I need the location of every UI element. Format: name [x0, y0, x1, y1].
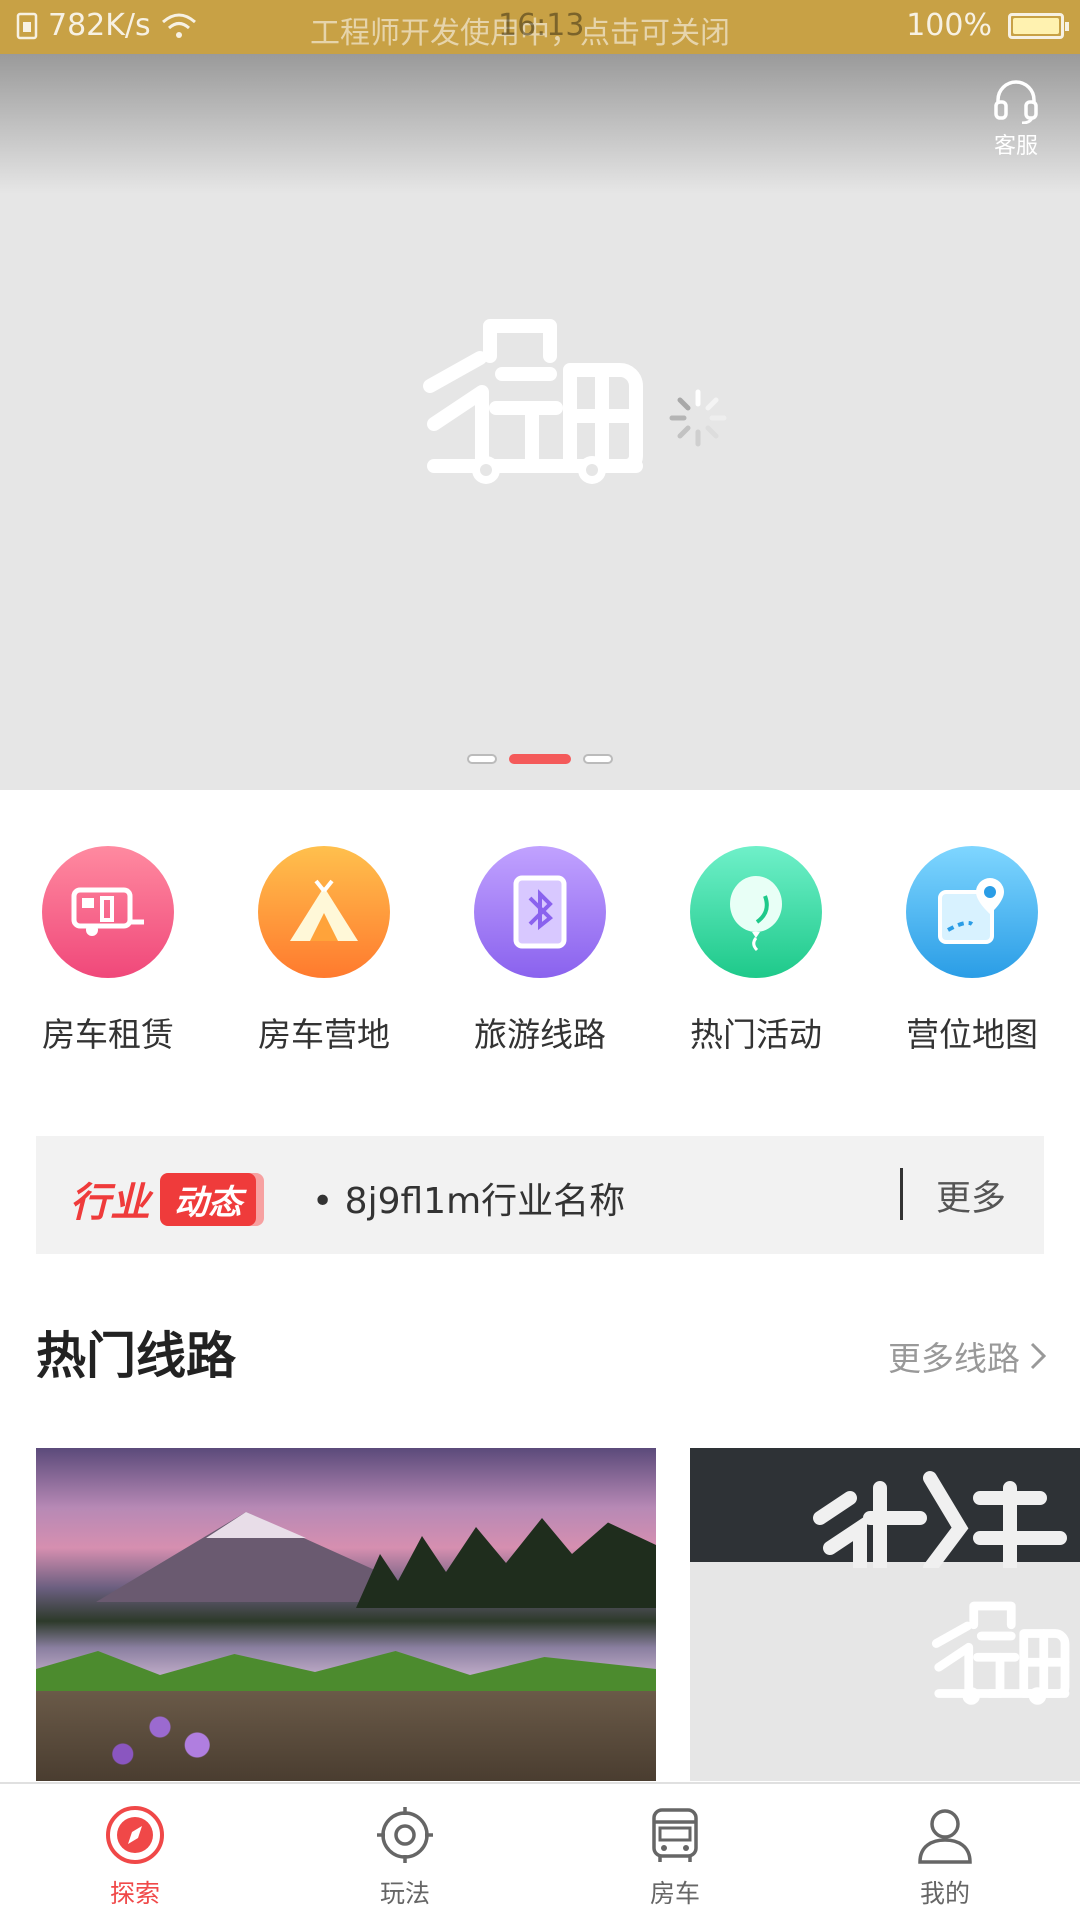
category-label: 营位地图 [906, 1015, 1038, 1054]
carousel-dot[interactable] [467, 754, 497, 764]
category-label: 房车租赁 [42, 1015, 174, 1054]
battery-fill [1013, 17, 1059, 34]
tab-rv[interactable]: 房车 [540, 1784, 810, 1920]
rv-trailer-icon [71, 887, 144, 936]
hot-routes-title: 热门线路 [36, 1327, 236, 1385]
status-left: 782K/s [16, 8, 197, 43]
sim-icon [16, 12, 38, 39]
route-card-icon [513, 875, 567, 949]
tab-label: 玩法 [379, 1879, 430, 1908]
tab-label: 房车 [649, 1879, 700, 1908]
status-right: 100% [906, 8, 1069, 43]
chevron-right-icon [1030, 1342, 1046, 1370]
map-pin-icon [938, 878, 1004, 944]
category-label: 旅游线路 [474, 1015, 606, 1054]
more-routes-label: 更多线路 [888, 1339, 1020, 1378]
user-icon [918, 1809, 972, 1864]
tab-label: 探索 [109, 1879, 160, 1908]
tent-icon [290, 879, 358, 941]
more-routes-link[interactable]: 更多线路 [888, 1332, 1046, 1380]
news-brand: 行业 动态 [70, 1170, 256, 1228]
carousel-indicator [0, 754, 1080, 764]
category-icon-bg [474, 846, 606, 978]
news-headline[interactable]: • 8j9fl1m行业名称 [312, 1172, 625, 1224]
battery-percent: 100% [906, 8, 992, 43]
xingli-luggage-logo [423, 319, 643, 484]
status-bar: 782K/s 工程师开发使用中，点击可关闭 16:13 100% [0, 0, 1080, 54]
category-icon-bg [906, 846, 1038, 978]
route-card[interactable] [690, 1448, 1080, 1781]
category-rv-campsite[interactable]: 房车营地 [216, 846, 432, 1056]
tab-play[interactable]: 玩法 [270, 1784, 540, 1920]
news-brand-part2: 动态 [160, 1172, 256, 1226]
category-travel-routes[interactable]: 旅游线路 [432, 846, 648, 1056]
bus-icon [652, 1808, 698, 1862]
carousel-dot[interactable] [583, 754, 613, 764]
banner-carousel[interactable]: 客服 [0, 54, 1080, 790]
customer-service-label: 客服 [993, 134, 1038, 159]
category-campsite-map[interactable]: 营位地图 [864, 846, 1080, 1056]
net-speed: 782K/s [48, 8, 151, 43]
news-divider [900, 1168, 903, 1220]
news-more-link[interactable]: 更多 [936, 1170, 1006, 1221]
category-label: 热门活动 [690, 1015, 822, 1054]
tab-mine[interactable]: 我的 [810, 1784, 1080, 1920]
banner-shade [0, 54, 1080, 194]
category-icon-bg [42, 846, 174, 978]
carousel-dot[interactable] [509, 754, 571, 764]
clock: 16:13 [498, 8, 585, 43]
category-rv-rental[interactable]: 房车租赁 [0, 846, 216, 1056]
category-icon-bg [258, 846, 390, 978]
category-shortcuts: 房车租赁 房车营地 旅游线路 热门活动 营位地图 [0, 846, 1080, 1056]
category-icon-bg [690, 846, 822, 978]
compass-icon [106, 1806, 164, 1864]
card-image-flowers [36, 1691, 656, 1781]
calligraphy-graphic [813, 1471, 1067, 1575]
customer-service-button[interactable]: 客服 [986, 80, 1046, 160]
loading-spinner [669, 389, 727, 447]
bottom-tab-bar: 探索 玩法 房车 我的 [0, 1782, 1080, 1920]
card-image-poster [690, 1448, 1080, 1575]
target-icon [377, 1807, 433, 1863]
poster-calligraphy [810, 1468, 1070, 1591]
industry-news-ticker[interactable]: 行业 动态 • 8j9fl1m行业名称 更多 [36, 1136, 1044, 1254]
card-image-snow [206, 1512, 306, 1538]
category-hot-events[interactable]: 热门活动 [648, 846, 864, 1056]
tab-explore[interactable]: 探索 [0, 1784, 270, 1920]
headset-icon [994, 80, 1038, 124]
balloon-icon [730, 876, 782, 952]
route-card[interactable] [36, 1448, 656, 1781]
category-label: 房车营地 [258, 1015, 390, 1054]
battery-icon [1008, 12, 1069, 39]
news-brand-part1: 行业 [70, 1180, 150, 1226]
tab-label: 我的 [919, 1879, 970, 1908]
xingli-luggage-logo [931, 1601, 1070, 1705]
wifi-icon [161, 13, 196, 38]
